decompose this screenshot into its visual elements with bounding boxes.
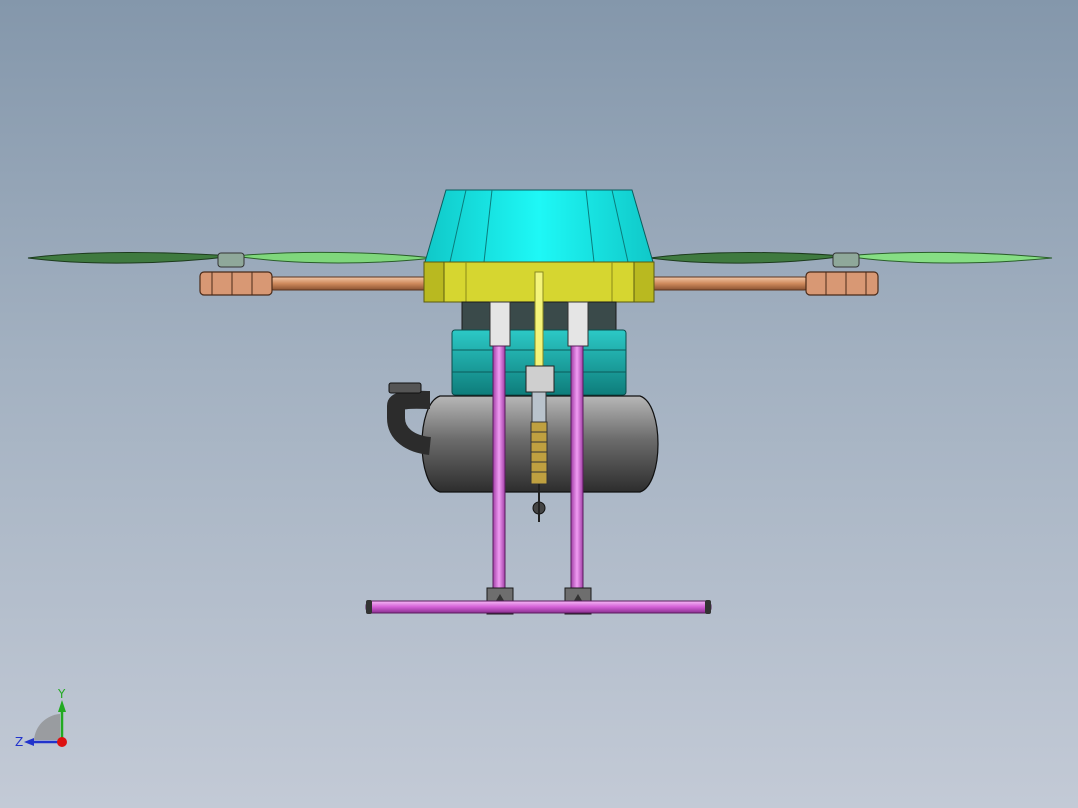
y-axis-arrow bbox=[58, 700, 66, 712]
y-axis-label: Y bbox=[57, 687, 66, 701]
canopy[interactable] bbox=[424, 189, 654, 263]
x-axis-dot bbox=[57, 737, 67, 747]
left-arm[interactable] bbox=[199, 271, 441, 296]
triad-arc bbox=[34, 714, 60, 740]
graphics-viewport[interactable]: Y Z bbox=[0, 0, 1078, 808]
z-axis-label: Z bbox=[15, 735, 23, 749]
drone-model[interactable] bbox=[0, 0, 1078, 808]
right-arm[interactable] bbox=[637, 271, 879, 296]
fuel-tank[interactable] bbox=[387, 382, 659, 493]
left-rotor[interactable] bbox=[27, 251, 434, 268]
coordinate-triad: Y Z bbox=[10, 686, 80, 756]
z-axis-arrow bbox=[24, 738, 34, 746]
right-rotor[interactable] bbox=[649, 251, 1053, 268]
